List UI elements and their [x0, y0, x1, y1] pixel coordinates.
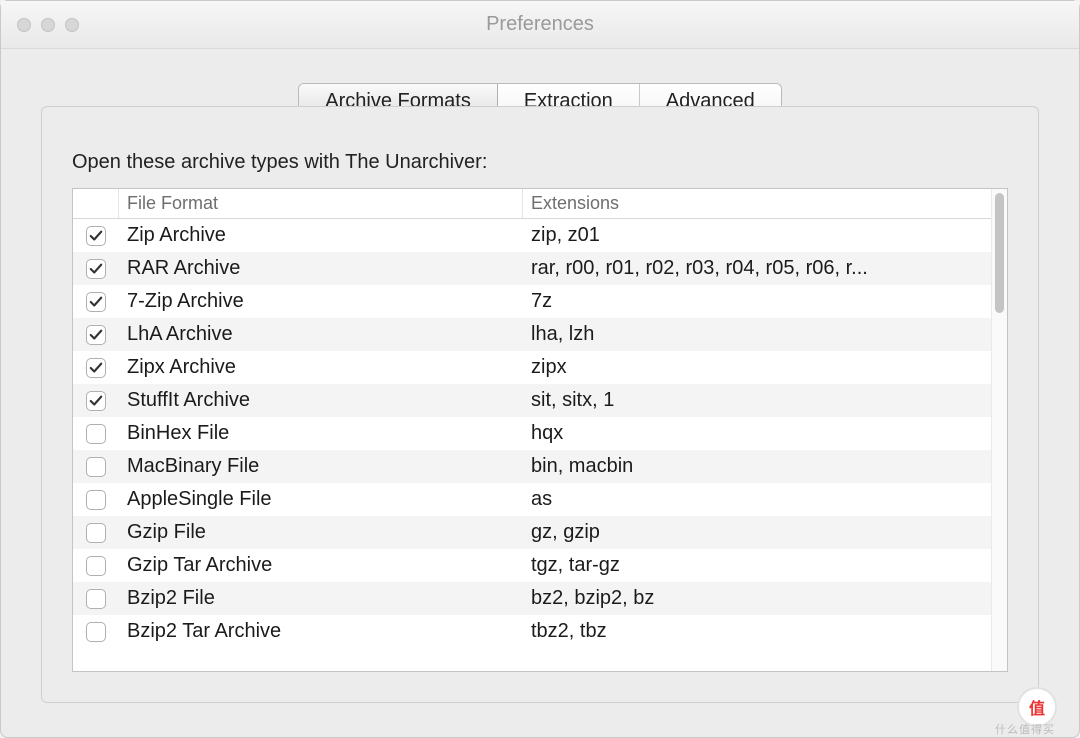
checkbox-cell — [73, 424, 119, 444]
format-name: MacBinary File — [119, 455, 523, 478]
checkbox-cell — [73, 523, 119, 543]
format-checkbox[interactable] — [86, 556, 106, 576]
zoom-button[interactable] — [65, 18, 79, 32]
table-row[interactable]: Gzip Filegz, gzip — [73, 516, 991, 549]
format-checkbox[interactable] — [86, 424, 106, 444]
format-extensions: as — [523, 488, 991, 511]
watermark-text: 什么值得买 — [995, 721, 1055, 737]
table-row[interactable]: Zipx Archivezipx — [73, 351, 991, 384]
checkbox-cell — [73, 358, 119, 378]
traffic-lights — [17, 18, 79, 32]
checkbox-cell — [73, 622, 119, 642]
format-name: LhA Archive — [119, 323, 523, 346]
scrollbar-thumb[interactable] — [995, 193, 1004, 313]
table-row[interactable]: BinHex Filehqx — [73, 417, 991, 450]
format-name: Zipx Archive — [119, 356, 523, 379]
format-extensions: hqx — [523, 422, 991, 445]
table-row[interactable]: Gzip Tar Archivetgz, tar-gz — [73, 549, 991, 582]
minimize-button[interactable] — [41, 18, 55, 32]
format-extensions: bz2, bzip2, bz — [523, 587, 991, 610]
header-file-format[interactable]: File Format — [119, 189, 523, 218]
table-row[interactable]: 7-Zip Archive7z — [73, 285, 991, 318]
checkbox-cell — [73, 391, 119, 411]
section-label: Open these archive types with The Unarch… — [72, 151, 1008, 174]
checkbox-cell — [73, 259, 119, 279]
formats-table: File Format Extensions Zip Archivezip, z… — [72, 188, 1008, 672]
table-row[interactable]: StuffIt Archivesit, sitx, 1 — [73, 384, 991, 417]
table-row[interactable]: Bzip2 Tar Archivetbz2, tbz — [73, 615, 991, 648]
checkbox-cell — [73, 457, 119, 477]
header-checkbox-col — [73, 189, 119, 218]
format-checkbox[interactable] — [86, 589, 106, 609]
table-row[interactable]: RAR Archiverar, r00, r01, r02, r03, r04,… — [73, 252, 991, 285]
window-title: Preferences — [17, 13, 1063, 36]
format-extensions: tgz, tar-gz — [523, 554, 991, 577]
format-name: Gzip File — [119, 521, 523, 544]
format-checkbox[interactable] — [86, 622, 106, 642]
format-checkbox[interactable] — [86, 259, 106, 279]
format-checkbox[interactable] — [86, 325, 106, 345]
format-extensions: rar, r00, r01, r02, r03, r04, r05, r06, … — [523, 257, 991, 280]
titlebar: Preferences — [1, 1, 1079, 49]
format-name: BinHex File — [119, 422, 523, 445]
format-extensions: 7z — [523, 290, 991, 313]
checkbox-cell — [73, 226, 119, 246]
checkbox-cell — [73, 490, 119, 510]
format-checkbox[interactable] — [86, 226, 106, 246]
format-name: 7-Zip Archive — [119, 290, 523, 313]
content-panel: Open these archive types with The Unarch… — [41, 106, 1039, 703]
format-extensions: tbz2, tbz — [523, 620, 991, 643]
format-checkbox[interactable] — [86, 292, 106, 312]
format-checkbox[interactable] — [86, 490, 106, 510]
format-extensions: zipx — [523, 356, 991, 379]
format-checkbox[interactable] — [86, 523, 106, 543]
table-row[interactable]: Bzip2 Filebz2, bzip2, bz — [73, 582, 991, 615]
table-row[interactable]: AppleSingle Fileas — [73, 483, 991, 516]
checkbox-cell — [73, 325, 119, 345]
format-extensions: gz, gzip — [523, 521, 991, 544]
format-name: Zip Archive — [119, 224, 523, 247]
table-row[interactable]: Zip Archivezip, z01 — [73, 219, 991, 252]
format-checkbox[interactable] — [86, 457, 106, 477]
format-name: StuffIt Archive — [119, 389, 523, 412]
close-button[interactable] — [17, 18, 31, 32]
format-name: Gzip Tar Archive — [119, 554, 523, 577]
format-extensions: bin, macbin — [523, 455, 991, 478]
format-name: RAR Archive — [119, 257, 523, 280]
format-checkbox[interactable] — [86, 358, 106, 378]
checkbox-cell — [73, 292, 119, 312]
table-header: File Format Extensions — [73, 189, 991, 219]
format-checkbox[interactable] — [86, 391, 106, 411]
table-row[interactable]: LhA Archivelha, lzh — [73, 318, 991, 351]
format-name: AppleSingle File — [119, 488, 523, 511]
checkbox-cell — [73, 589, 119, 609]
header-extensions[interactable]: Extensions — [523, 189, 991, 218]
checkbox-cell — [73, 556, 119, 576]
vertical-scrollbar[interactable] — [991, 189, 1007, 671]
table-scroll: File Format Extensions Zip Archivezip, z… — [73, 189, 991, 671]
format-name: Bzip2 Tar Archive — [119, 620, 523, 643]
table-body: Zip Archivezip, z01RAR Archiverar, r00, … — [73, 219, 991, 648]
format-extensions: lha, lzh — [523, 323, 991, 346]
table-row[interactable]: MacBinary Filebin, macbin — [73, 450, 991, 483]
format-extensions: sit, sitx, 1 — [523, 389, 991, 412]
preferences-window: Preferences Archive Formats Extraction A… — [0, 0, 1080, 738]
format-name: Bzip2 File — [119, 587, 523, 610]
format-extensions: zip, z01 — [523, 224, 991, 247]
